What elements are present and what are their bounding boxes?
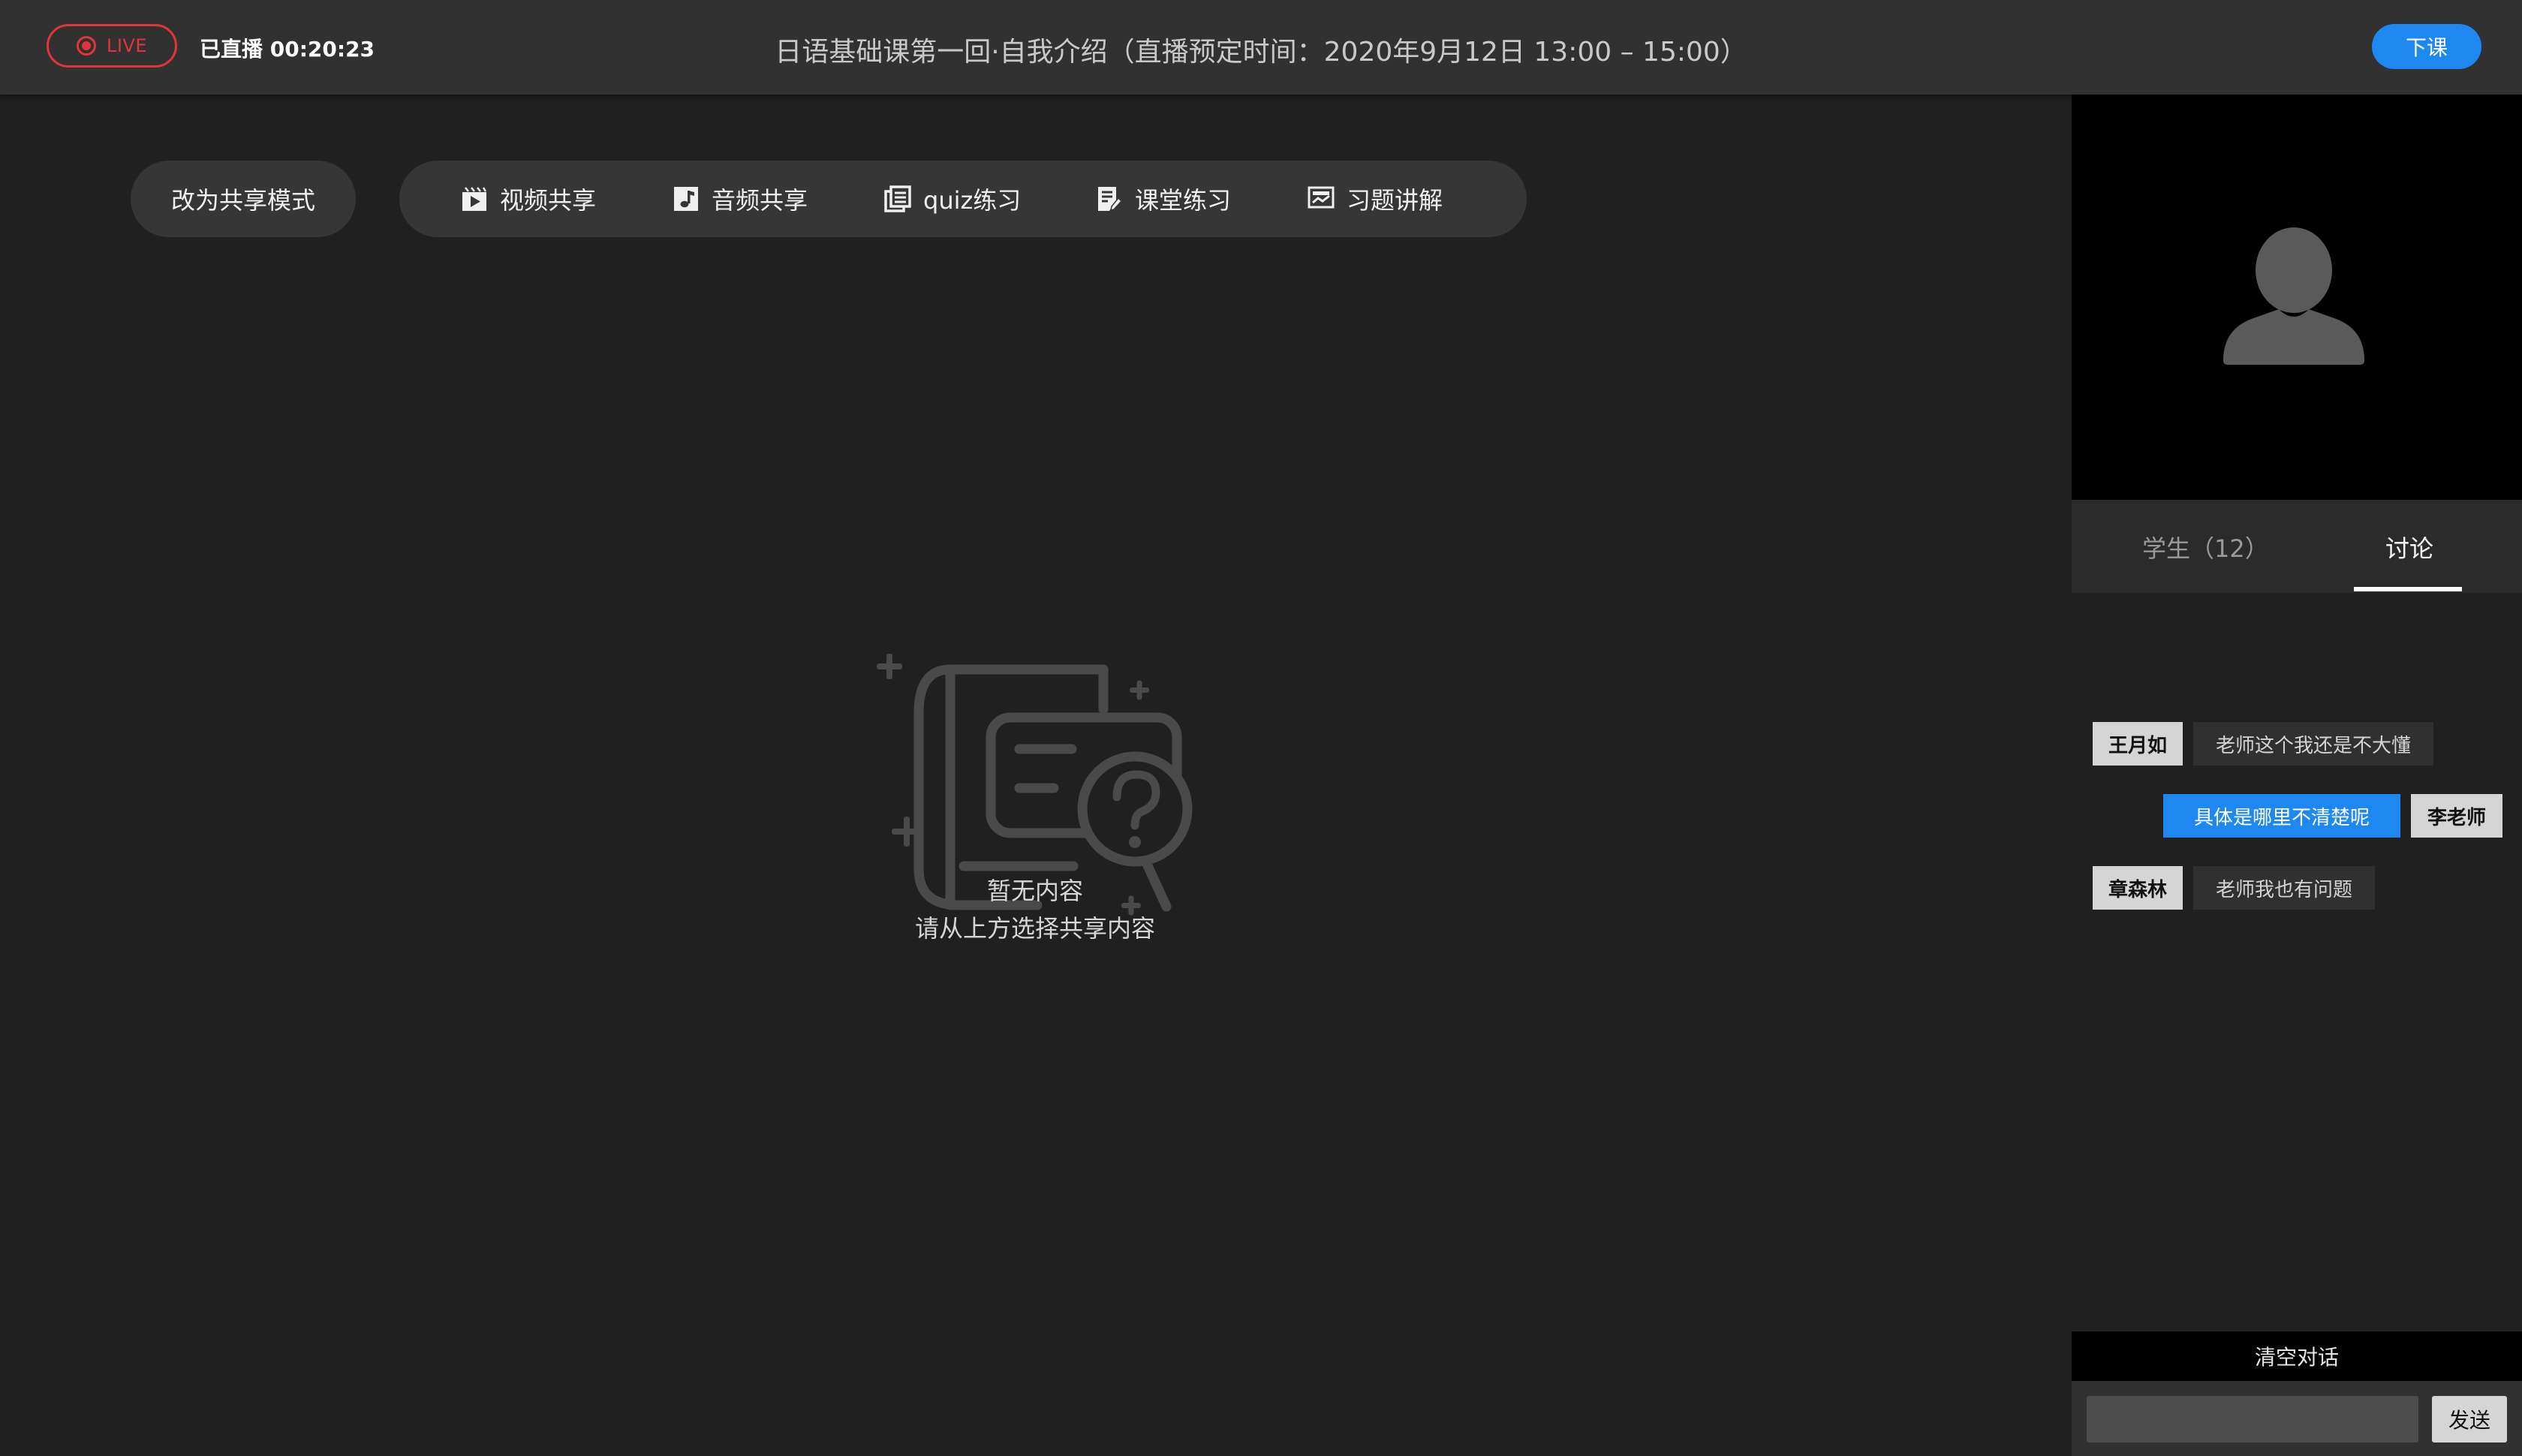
classroom-exercise-label: 课堂练习 bbox=[1135, 186, 1232, 215]
quiz-practice-button[interactable]: quiz练习 bbox=[884, 161, 1021, 237]
video-share-button[interactable]: 视频共享 bbox=[461, 161, 596, 237]
avatar-placeholder-icon bbox=[2220, 224, 2367, 371]
empty-state-title: 暂无内容 bbox=[986, 877, 1083, 905]
message-bubble: 老师我也有问题 bbox=[2193, 866, 2376, 910]
message-bubble: 老师这个我还是不大懂 bbox=[2193, 722, 2434, 766]
main-content: 改为共享模式 视频共享 音频共享 quiz练习 课堂练习 习题讲解 暂无内容 请… bbox=[0, 95, 2070, 1456]
course-title: 日语基础课第一回·自我介绍（直播预定时间：2020年9月12日 13:00 – … bbox=[775, 37, 1747, 68]
music-note-icon bbox=[673, 185, 700, 212]
audio-share-label: 音频共享 bbox=[712, 186, 808, 215]
classroom-exercise-button[interactable]: 课堂练习 bbox=[1096, 161, 1231, 237]
clear-chat-button[interactable]: 清空对话 bbox=[2072, 1331, 2522, 1381]
sidebar-tabs: 学生（12） 讨论 bbox=[2072, 500, 2522, 593]
chat-input-bar: 发送 bbox=[2072, 1381, 2522, 1456]
message-sender: 李老师 bbox=[2411, 794, 2502, 838]
slides-icon bbox=[1308, 185, 1335, 212]
exercise-edit-icon bbox=[1096, 185, 1123, 212]
audio-share-button[interactable]: 音频共享 bbox=[673, 161, 808, 237]
message-bubble-own: 具体是哪里不清楚呢 bbox=[2163, 794, 2400, 838]
quiz-icon bbox=[884, 185, 911, 212]
send-button[interactable]: 发送 bbox=[2432, 1396, 2507, 1442]
chat-messages: 王月如 老师这个我还是不大懂 具体是哪里不清楚呢 李老师 章森林 老师我也有问题 bbox=[2070, 593, 2522, 1343]
end-class-button[interactable]: 下课 bbox=[2372, 24, 2481, 69]
share-mode-button[interactable]: 改为共享模式 bbox=[131, 161, 356, 237]
problem-explanation-label: 习题讲解 bbox=[1347, 186, 1443, 215]
empty-state-hint: 请从上方选择共享内容 bbox=[914, 914, 1155, 943]
share-toolbar: 视频共享 音频共享 quiz练习 课堂练习 习题讲解 bbox=[399, 161, 1527, 237]
right-sidebar: 学生（12） 讨论 王月如 老师这个我还是不大懂 具体是哪里不清楚呢 李老师 章… bbox=[2070, 95, 2522, 1456]
active-tab-indicator bbox=[2354, 587, 2462, 591]
tab-students[interactable]: 学生（12） bbox=[2142, 530, 2269, 564]
problem-explanation-button[interactable]: 习题讲解 bbox=[1308, 161, 1443, 237]
quiz-practice-label: quiz练习 bbox=[923, 186, 1022, 215]
chat-input[interactable] bbox=[2087, 1396, 2418, 1442]
message-sender: 章森林 bbox=[2093, 866, 2183, 910]
video-share-label: 视频共享 bbox=[500, 186, 597, 215]
top-bar: LIVE 已直播 00:20:23 日语基础课第一回·自我介绍（直播预定时间：2… bbox=[0, 0, 2522, 95]
teacher-video bbox=[2072, 95, 2522, 500]
video-share-icon bbox=[461, 185, 488, 212]
tab-discussion[interactable]: 讨论 bbox=[2385, 530, 2433, 564]
message-sender: 王月如 bbox=[2093, 722, 2183, 766]
